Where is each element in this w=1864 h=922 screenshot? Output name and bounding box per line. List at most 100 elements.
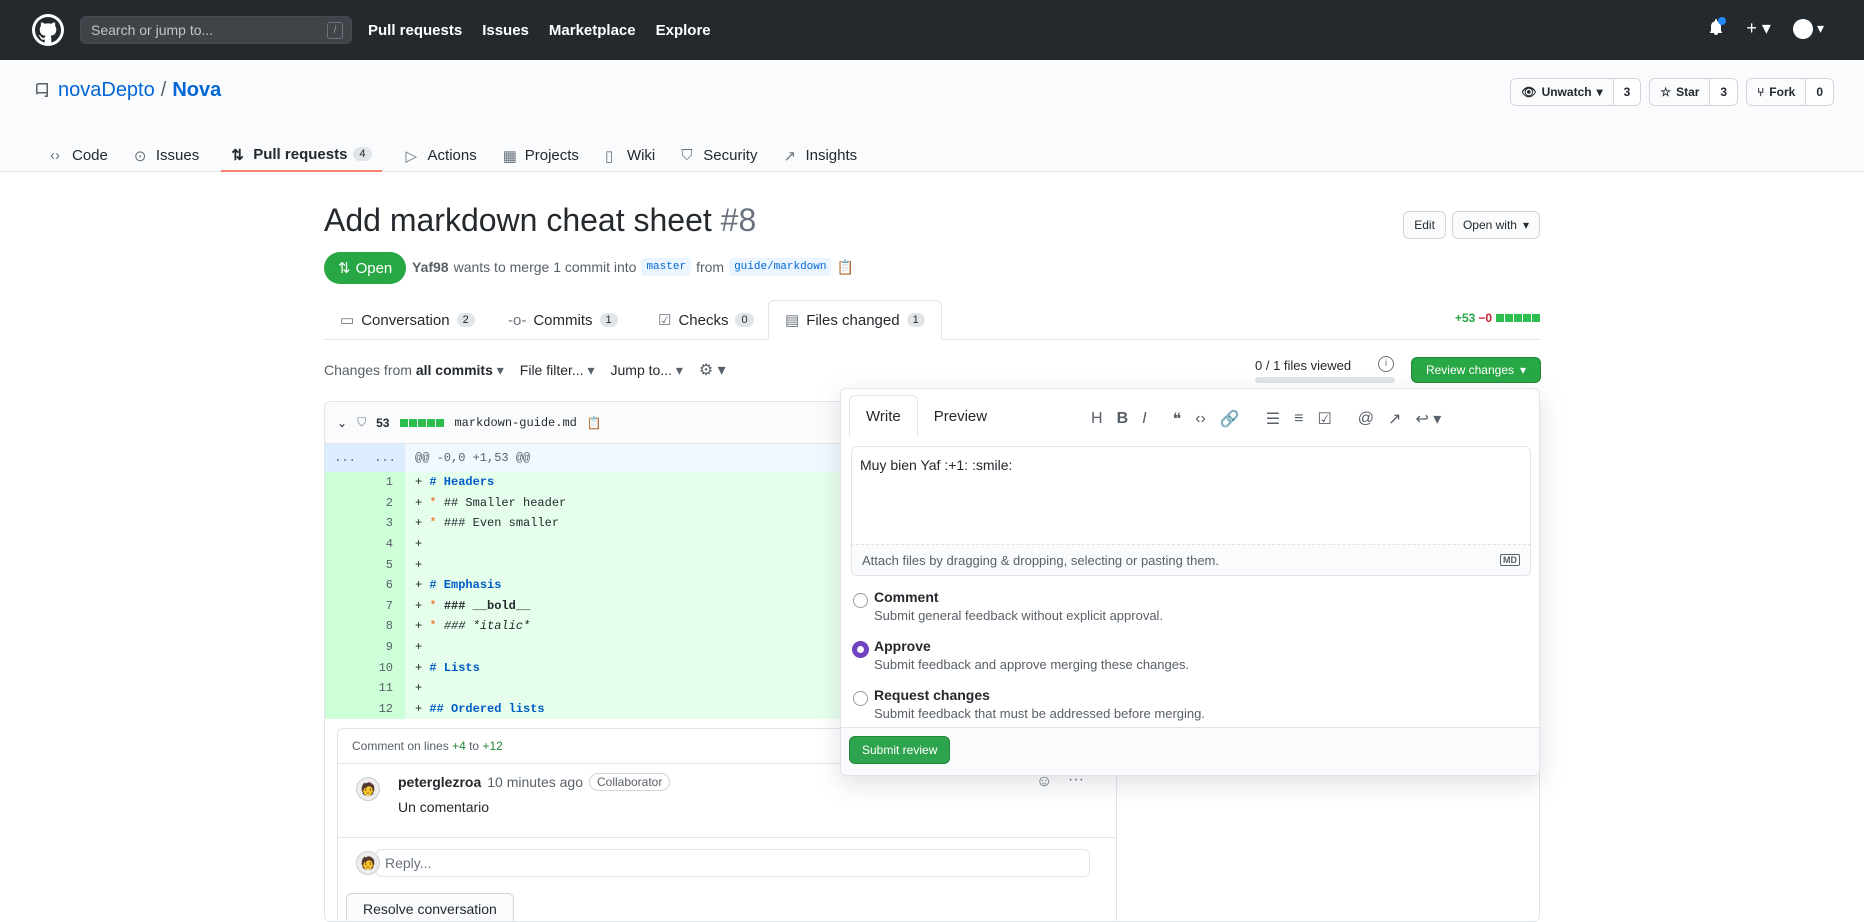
line-prefix: + — [415, 516, 430, 531]
comment-icon: ▭ — [340, 312, 355, 329]
info-icon[interactable]: i — [1378, 356, 1394, 372]
star-button[interactable]: ☆ Star — [1650, 79, 1710, 105]
repo-tab-pull-requests[interactable]: ⇅ Pull requests 4 — [221, 138, 382, 172]
fork-count[interactable]: 0 — [1805, 79, 1833, 105]
radio-request-changes[interactable] — [853, 691, 868, 706]
line-number[interactable]: 12 — [325, 698, 405, 720]
to-line[interactable]: +12 — [482, 739, 502, 753]
bell-icon[interactable] — [1708, 17, 1727, 38]
heading-icon[interactable]: H — [1091, 410, 1103, 428]
line-number[interactable]: 2 — [325, 492, 405, 514]
line-prefix: + — [415, 619, 430, 634]
code-icon[interactable]: ‹› — [1195, 410, 1206, 428]
topnav-issues[interactable]: Issues — [482, 22, 529, 39]
topnav-marketplace[interactable]: Marketplace — [549, 22, 636, 39]
base-branch[interactable]: master — [641, 258, 692, 276]
head-branch[interactable]: guide/markdown — [729, 258, 832, 276]
file-name[interactable]: markdown-guide.md — [454, 416, 576, 430]
submit-review-button[interactable]: Submit review — [849, 736, 951, 764]
comment-author[interactable]: peterglezroa — [398, 774, 481, 790]
markdown-toolbar: H B I ❝ ‹› 🔗 ☰ ≡ ☑ @ ↗ ↩ ▾ — [1091, 409, 1441, 429]
tab-write[interactable]: Write — [849, 395, 918, 437]
open-with-button[interactable]: Open with ▾ — [1451, 211, 1540, 239]
github-logo-icon[interactable] — [32, 14, 64, 46]
hunk-expand[interactable]: ...... — [325, 444, 405, 472]
repo-tab-code[interactable]: ‹› Code — [40, 138, 118, 172]
tab-commits[interactable]: -o- Commits 1 — [492, 300, 634, 340]
review-changes-button[interactable]: Review changes ▾ — [1411, 357, 1541, 383]
reply-input[interactable]: Reply... — [376, 849, 1090, 877]
fork-button[interactable]: ⑂ Fork — [1747, 79, 1806, 105]
option-request-changes[interactable]: Request changes Submit feedback that must… — [853, 687, 1205, 721]
bold-icon[interactable]: B — [1117, 410, 1129, 428]
repo-tab-wiki[interactable]: ▯ Wiki — [595, 138, 665, 172]
link-icon[interactable]: 🔗 — [1220, 409, 1240, 429]
collapse-chevron-icon[interactable]: ⌄ — [337, 416, 347, 430]
resolve-conversation-button[interactable]: Resolve conversation — [346, 893, 514, 921]
reply-icon[interactable]: ↩ ▾ — [1415, 409, 1441, 429]
mention-icon[interactable]: @ — [1358, 410, 1374, 428]
line-number[interactable]: 8 — [325, 616, 405, 637]
ordered-list-icon[interactable]: ≡ — [1294, 410, 1303, 428]
option-title: Request changes — [874, 687, 990, 703]
edit-button[interactable]: Edit — [1403, 211, 1446, 239]
italic-icon[interactable]: I — [1142, 410, 1146, 428]
line-number[interactable]: 7 — [325, 595, 405, 617]
from-line[interactable]: +4 — [452, 739, 466, 753]
unordered-list-icon[interactable]: ☰ — [1266, 409, 1280, 429]
shield-icon: ⛉ — [681, 147, 693, 164]
line-number[interactable]: 10 — [325, 657, 405, 678]
pr-author-link[interactable]: Yaf98 — [412, 259, 449, 275]
option-approve[interactable]: Approve Submit feedback and approve mergi… — [853, 638, 1189, 672]
review-body-textarea[interactable]: Muy bien Yaf :+1: :smile: — [851, 446, 1531, 544]
line-number[interactable]: 11 — [325, 677, 405, 699]
watch-count[interactable]: 3 — [1612, 79, 1641, 105]
book-icon: ▯ — [604, 148, 614, 165]
line-number[interactable]: 6 — [325, 574, 405, 596]
radio-approve[interactable] — [853, 642, 868, 657]
quote-icon[interactable]: ❝ — [1173, 409, 1182, 429]
topnav-explore[interactable]: Explore — [656, 22, 711, 39]
copy-icon[interactable]: 📋 — [836, 259, 853, 276]
search-input[interactable]: Search or jump to... / — [80, 16, 352, 44]
attach-files-bar[interactable]: Attach files by dragging & dropping, sel… — [851, 544, 1531, 576]
line-number[interactable]: 3 — [325, 513, 405, 534]
cross-reference-icon[interactable]: ↗ — [1388, 409, 1401, 429]
line-number[interactable]: 9 — [325, 636, 405, 658]
plus-icon[interactable]: + ▾ — [1746, 18, 1771, 39]
line-text: ## Smaller header — [443, 495, 567, 510]
markdown-icon[interactable]: MD — [1500, 554, 1520, 566]
avatar-menu-icon[interactable]: ▾ — [1792, 18, 1824, 39]
jump-to-dropdown[interactable]: Jump to... ▾ — [611, 362, 683, 379]
tab-files-changed[interactable]: ▤ Files changed 1 — [768, 300, 942, 340]
repo-name-link[interactable]: Nova — [172, 79, 221, 102]
comment-time[interactable]: 10 minutes ago — [487, 774, 583, 790]
option-comment[interactable]: Comment Submit general feedback without e… — [853, 589, 1163, 623]
gear-icon[interactable]: ⚙ ▾ — [699, 360, 726, 380]
copy-icon[interactable]: 📋 — [587, 416, 602, 430]
file-filter-dropdown[interactable]: File filter... ▾ — [520, 362, 595, 379]
hunk-left: ... — [334, 451, 356, 465]
star-count[interactable]: 3 — [1709, 79, 1738, 105]
repo-owner-link[interactable]: novaDepto — [58, 79, 155, 102]
line-number[interactable]: 5 — [325, 554, 405, 575]
to-text: to — [469, 739, 480, 753]
tab-checks[interactable]: ☑ Checks 0 — [642, 300, 770, 340]
repo-tab-insights[interactable]: ↗ Insights — [773, 138, 867, 172]
line-bullet: * — [429, 495, 444, 510]
task-list-icon[interactable]: ☑ — [1317, 409, 1331, 429]
repo-tab-security[interactable]: ⛉ Security — [671, 138, 767, 172]
line-prefix: + — [415, 537, 423, 552]
changes-from-dropdown[interactable]: Changes from all commits ▾ — [324, 362, 504, 379]
topnav-pull-requests[interactable]: Pull requests — [368, 22, 462, 39]
tab-preview[interactable]: Preview — [918, 395, 1003, 437]
line-number[interactable]: 4 — [325, 533, 405, 555]
tab-conversation[interactable]: ▭ Conversation 2 — [324, 300, 491, 340]
watch-button[interactable]: 👁 Unwatch ▾ — [1511, 79, 1613, 105]
repo-tab-actions[interactable]: ▷ Actions — [396, 138, 487, 172]
avatar[interactable]: 🧑 — [356, 777, 380, 801]
repo-tab-projects[interactable]: ▦ Projects — [493, 138, 589, 172]
line-number[interactable]: 1 — [325, 472, 405, 493]
repo-tab-issues[interactable]: ⊙ Issues — [124, 138, 209, 172]
radio-comment[interactable] — [853, 593, 868, 608]
